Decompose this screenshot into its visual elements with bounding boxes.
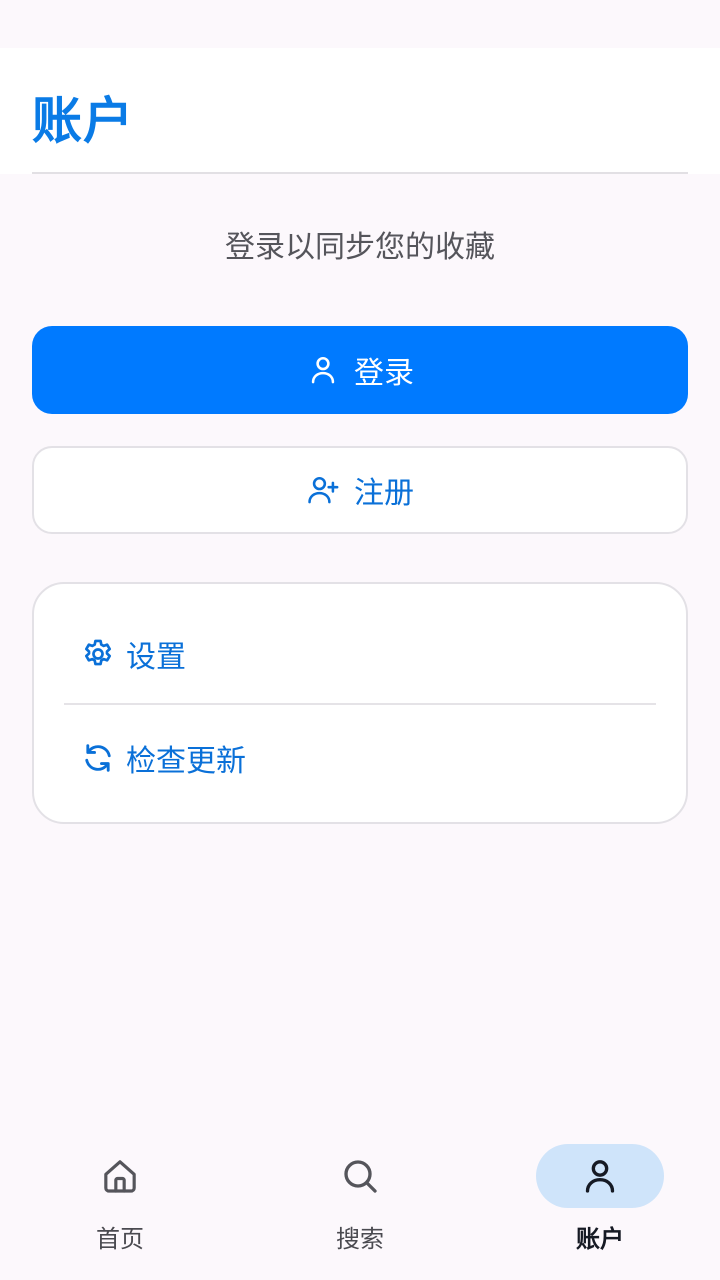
status-bar xyxy=(0,0,720,48)
register-button-label: 注册 xyxy=(354,476,414,511)
refresh-icon xyxy=(80,740,116,776)
menu-item-check-update-label: 检查更新 xyxy=(126,744,246,779)
bottom-nav: 首页 搜索 账户 xyxy=(0,1124,720,1280)
login-button-label: 登录 xyxy=(354,356,414,391)
nav-home[interactable]: 首页 xyxy=(0,1124,240,1280)
menu-item-check-update[interactable]: 检查更新 xyxy=(80,736,246,780)
nav-home-label: 首页 xyxy=(96,1225,144,1253)
person-add-icon xyxy=(306,473,340,507)
person-icon xyxy=(580,1156,620,1196)
menu-item-settings-label: 设置 xyxy=(126,640,186,675)
login-prompt: 登录以同步您的收藏 xyxy=(225,230,495,265)
register-button[interactable]: 注册 xyxy=(32,446,688,534)
page-title: 账户 xyxy=(32,92,134,150)
search-icon xyxy=(340,1156,380,1196)
card-divider xyxy=(64,703,656,705)
header-divider xyxy=(32,172,688,174)
home-icon xyxy=(100,1156,140,1196)
nav-search[interactable]: 搜索 xyxy=(240,1124,480,1280)
gear-icon xyxy=(80,636,116,672)
nav-search-label: 搜索 xyxy=(336,1225,384,1253)
nav-account-label: 账户 xyxy=(576,1225,624,1253)
person-icon xyxy=(306,353,340,387)
nav-account[interactable]: 账户 xyxy=(480,1124,720,1280)
login-button[interactable]: 登录 xyxy=(32,326,688,414)
settings-card: 设置 检查更新 xyxy=(32,582,688,824)
menu-item-settings[interactable]: 设置 xyxy=(80,632,186,676)
